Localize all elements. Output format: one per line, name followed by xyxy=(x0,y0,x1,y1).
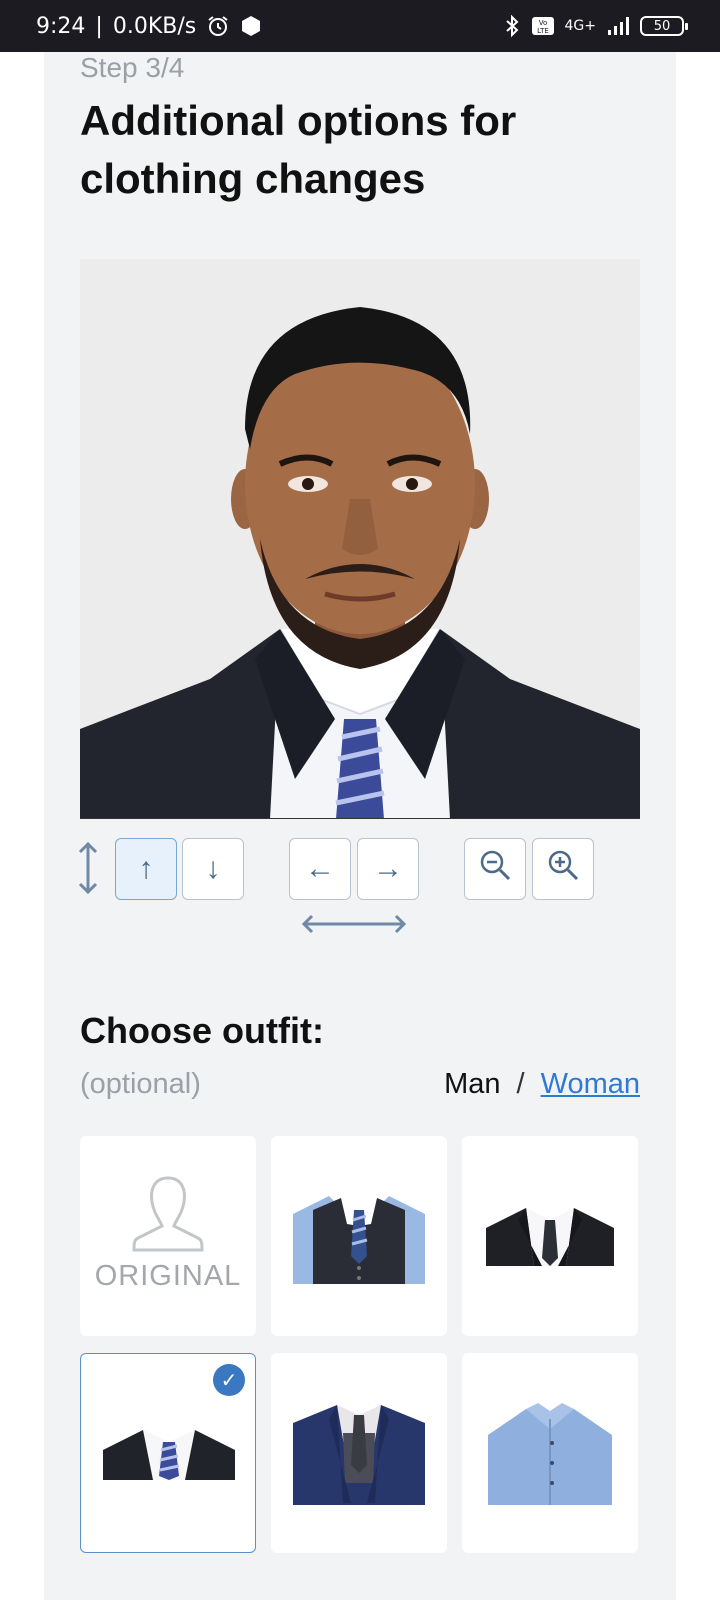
status-speed: 0.0KB/s xyxy=(112,13,197,39)
horizontal-move-icon xyxy=(300,912,408,941)
arrow-right-icon: → xyxy=(373,852,403,885)
selected-check-icon: ✓ xyxy=(213,1364,245,1396)
outfit-title: Choose outfit: xyxy=(80,1010,324,1051)
move-down-button[interactable]: ↓ xyxy=(182,838,244,900)
volte-icon: Vo LTE xyxy=(531,16,555,36)
zoom-in-icon xyxy=(546,848,580,890)
hexagon-icon xyxy=(240,15,262,37)
bluetooth-icon xyxy=(503,14,521,38)
main-panel: Step 3/4 Additional options for clothing… xyxy=(44,52,676,1600)
move-right-button[interactable]: → xyxy=(357,838,419,900)
status-bar: 9:24 | 0.0KB/s Vo LTE 4G+ 50 xyxy=(0,0,720,52)
zoom-out-button[interactable] xyxy=(464,838,526,900)
blue-shirt-image xyxy=(488,1403,612,1505)
svg-text:Vo: Vo xyxy=(538,19,547,27)
arrow-up-icon: ↑ xyxy=(138,852,154,885)
arrow-down-icon: ↓ xyxy=(205,852,221,885)
photo-preview xyxy=(80,259,640,819)
black-suit-image xyxy=(486,1208,614,1266)
move-left-button[interactable]: ← xyxy=(289,838,351,900)
move-up-button[interactable]: ↑ xyxy=(115,838,177,900)
network-type: 4G+ xyxy=(564,18,597,34)
signal-icon xyxy=(606,15,630,37)
step-indicator: Step 3/4 xyxy=(80,52,185,83)
outfit-tile-navy-suit[interactable] xyxy=(271,1353,447,1553)
status-time: 9:24 xyxy=(36,13,86,39)
alarm-icon xyxy=(206,14,230,38)
outfit-tile-black-suit-striped-tie[interactable]: ✓ xyxy=(80,1353,256,1553)
gender-woman-link[interactable]: Woman xyxy=(541,1068,640,1101)
optional-label: (optional) xyxy=(80,1068,201,1100)
vest-outfit-image xyxy=(293,1196,425,1284)
svg-text:LTE: LTE xyxy=(537,27,549,35)
arrow-left-icon: ← xyxy=(305,852,335,885)
gender-switch: Man / Woman xyxy=(444,1068,640,1101)
page-title: Additional options for clothing changes xyxy=(80,97,517,202)
zoom-out-icon xyxy=(478,848,512,890)
original-label: ORIGINAL xyxy=(94,1260,242,1292)
outfit-tile-black-suit[interactable] xyxy=(462,1136,638,1336)
battery-icon: 50 xyxy=(640,16,688,36)
outfit-tile-blue-shirt[interactable] xyxy=(462,1353,638,1553)
zoom-in-button[interactable] xyxy=(532,838,594,900)
person-icon xyxy=(132,1174,204,1259)
outfit-tile-vest-tie[interactable] xyxy=(271,1136,447,1336)
outfit-tile-original[interactable]: ORIGINAL xyxy=(80,1136,256,1336)
gender-separator: / xyxy=(516,1068,525,1100)
gender-man-link[interactable]: Man xyxy=(444,1068,500,1101)
vertical-move-icon xyxy=(76,840,100,901)
navy-suit-image xyxy=(293,1405,425,1505)
